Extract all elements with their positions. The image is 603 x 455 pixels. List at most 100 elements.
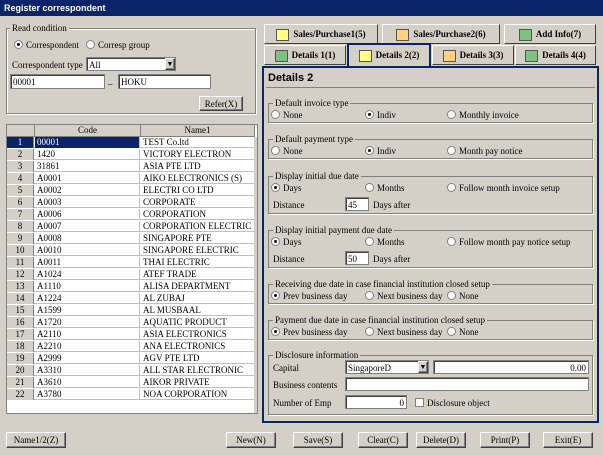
disclosure-object-checkbox[interactable]: Disclosure object — [415, 398, 490, 409]
correspondent-grid[interactable]: Code Name1 1 00001 TEST Co.ltd 2 1420 VICTORY… — [6, 124, 258, 414]
tab-sales-purchase-1[interactable]: Sales/Purchase1(5) — [264, 24, 378, 44]
invoice-type-group: Default invoice type None Indiv Monthly … — [268, 98, 593, 123]
table-row[interactable]: 21 A3610 AIKOR PRIVATE — [7, 377, 254, 388]
column-header-name[interactable]: Name1 — [141, 125, 255, 137]
table-row[interactable]: 7 A0006 CORPORATION — [7, 209, 254, 220]
cell-name: TEST Co.ltd — [143, 137, 189, 147]
row-number: 3 — [7, 161, 34, 172]
delete-button[interactable]: Delete(D) — [416, 432, 466, 448]
number-of-emp-input[interactable]: 0 — [345, 395, 407, 409]
table-row[interactable]: 15 A1599 AL MUSBAAL — [7, 305, 254, 316]
table-row[interactable]: 3 31861 ASIA PTE LTD — [7, 161, 254, 172]
document-icon — [396, 28, 410, 41]
tab-details-2[interactable]: Details 2(2) — [347, 43, 431, 66]
radio-corresp-group[interactable]: Corresp group — [86, 40, 150, 51]
grid-scrollbar[interactable] — [254, 137, 257, 413]
code-range-separator: _ — [108, 76, 113, 86]
cell-name: ATEF TRADE — [143, 269, 197, 279]
column-header-code[interactable]: Code — [35, 125, 141, 137]
exit-button[interactable]: Exit(E) — [543, 432, 593, 448]
table-row[interactable]: 4 A0001 AIKO ELECTRONICS (S) — [7, 173, 254, 184]
tab-details-3[interactable]: Details 3(3) — [432, 45, 514, 65]
row-number: 7 — [7, 209, 34, 220]
correspondent-type-label: Correspondent type — [12, 60, 83, 70]
table-row[interactable]: 8 A0007 CORPORATION ELECTRIC — [7, 221, 254, 232]
table-row[interactable]: 6 A0003 CORPORATE — [7, 197, 254, 208]
cell-code: A0008 — [35, 233, 140, 244]
name-toggle-button[interactable]: Name1/2(Z) — [6, 432, 66, 448]
table-row[interactable]: 16 A1720 AQUATIC PRODUCT — [7, 317, 254, 328]
chevron-down-icon[interactable]: ▼ — [165, 58, 175, 70]
table-row[interactable]: 2 1420 VICTORY ELECTRON — [7, 149, 254, 160]
invoice-due-follow-radio[interactable]: Follow month invoice setup — [447, 183, 560, 194]
radio-off-icon — [365, 183, 374, 193]
recv-none-radio[interactable]: None — [447, 291, 479, 302]
capital-input[interactable]: 0.00 — [433, 360, 589, 374]
table-row[interactable]: 11 A0011 THAI ELECTRIC — [7, 257, 254, 268]
cell-code: A0003 — [35, 197, 140, 208]
new-button[interactable]: New(N) — [226, 432, 276, 448]
grid-corner — [7, 125, 35, 137]
recv-prev-radio[interactable]: Prev business day — [271, 291, 348, 302]
invoice-due-days-radio[interactable]: Days — [271, 183, 302, 194]
invoice-none-radio[interactable]: None — [271, 110, 303, 121]
table-row[interactable]: 22 A3780 NOA CORPORATION — [7, 389, 254, 400]
payclosed-next-radio[interactable]: Next business day — [365, 327, 443, 338]
table-row[interactable]: 1 00001 TEST Co.ltd — [7, 137, 254, 148]
payment-closed-group: Payment due date in case financial insti… — [268, 315, 593, 340]
tab-sales-purchase-2[interactable]: Sales/Purchase2(6) — [382, 24, 500, 44]
invoice-distance-input[interactable]: 45 — [345, 197, 369, 211]
save-button[interactable]: Save(S) — [293, 432, 343, 448]
cell-name: NOA CORPORATION — [143, 389, 228, 399]
table-row[interactable]: 13 A1110 ALISA DEPARTMENT — [7, 281, 254, 292]
invoice-indiv-radio[interactable]: Indiv — [365, 110, 396, 121]
tab-add-info[interactable]: Add Info(7) — [504, 24, 596, 44]
chevron-down-icon[interactable]: ▼ — [418, 361, 428, 373]
clear-button[interactable]: Clear(C) — [358, 432, 408, 448]
row-number: 14 — [7, 293, 34, 304]
table-row[interactable]: 5 A0002 ELECTRI CO LTD — [7, 185, 254, 196]
from-code-input[interactable]: 00001 — [10, 74, 105, 89]
cell-name: ANA ELECTRONICS — [143, 341, 226, 351]
correspondent-type-select[interactable]: All — [86, 57, 176, 71]
payclosed-prev-radio[interactable]: Prev business day — [271, 327, 348, 338]
table-row[interactable]: 20 A3310 ALL STAR ELECTRONIC — [7, 365, 254, 376]
recv-next-radio[interactable]: Next business day — [365, 291, 443, 302]
payment-indiv-radio[interactable]: Indiv — [365, 146, 396, 157]
cell-name: VICTORY ELECTRON — [143, 149, 232, 159]
invoice-due-months-radio[interactable]: Months — [365, 183, 405, 194]
pay-distance-input[interactable]: 50 — [345, 251, 369, 265]
tab-details-4[interactable]: Details 4(4) — [515, 45, 596, 65]
print-button[interactable]: Print(P) — [480, 432, 530, 448]
business-contents-input[interactable] — [345, 377, 589, 391]
invoice-monthly-radio[interactable]: Monthly invoice — [447, 110, 519, 121]
cell-name: CORPORATION ELECTRIC — [143, 221, 252, 231]
currency-select[interactable]: SingaporeD — [345, 360, 429, 374]
cell-name: SINGAPORE PTE — [143, 233, 212, 243]
cell-code: 00001 — [35, 137, 140, 148]
table-row[interactable]: 10 A0010 SINGAPORE ELECTRIC — [7, 245, 254, 256]
cell-code: A0011 — [35, 257, 140, 268]
details-panel: Details 2 Default invoice type None Indi… — [262, 66, 599, 423]
refer-button[interactable]: Refer(X) — [199, 96, 243, 111]
radio-correspondent[interactable]: Correspondent — [14, 40, 79, 51]
tab-details-1[interactable]: Details 1(1) — [264, 45, 346, 65]
pay-due-days-radio[interactable]: Days — [271, 237, 302, 248]
business-contents-label: Business contents — [273, 380, 338, 390]
table-row[interactable]: 17 A2110 ASIA ELECTRONICS — [7, 329, 254, 340]
table-row[interactable]: 18 A2210 ANA ELECTRONICS — [7, 341, 254, 352]
table-row[interactable]: 9 A0008 SINGAPORE PTE — [7, 233, 254, 244]
cell-name: ASIA ELECTRONICS — [143, 329, 227, 339]
payment-none-radio[interactable]: None — [271, 146, 303, 157]
payclosed-none-radio[interactable]: None — [447, 327, 479, 338]
panel-title-divider — [266, 87, 595, 88]
payment-notice-radio[interactable]: Month pay notice — [447, 146, 523, 157]
table-row[interactable]: 12 A1024 ATEF TRADE — [7, 269, 254, 280]
number-of-emp-label: Number of Emp — [273, 398, 332, 408]
table-row[interactable]: 14 A1224 AL ZUBAJ — [7, 293, 254, 304]
pay-due-follow-radio[interactable]: Follow month pay notice setup — [447, 237, 571, 248]
table-row[interactable]: 19 A2999 AGV PTE LTD — [7, 353, 254, 364]
to-code-input[interactable]: HOKU — [118, 74, 211, 89]
radio-off-icon — [271, 146, 280, 156]
pay-due-months-radio[interactable]: Months — [365, 237, 405, 248]
